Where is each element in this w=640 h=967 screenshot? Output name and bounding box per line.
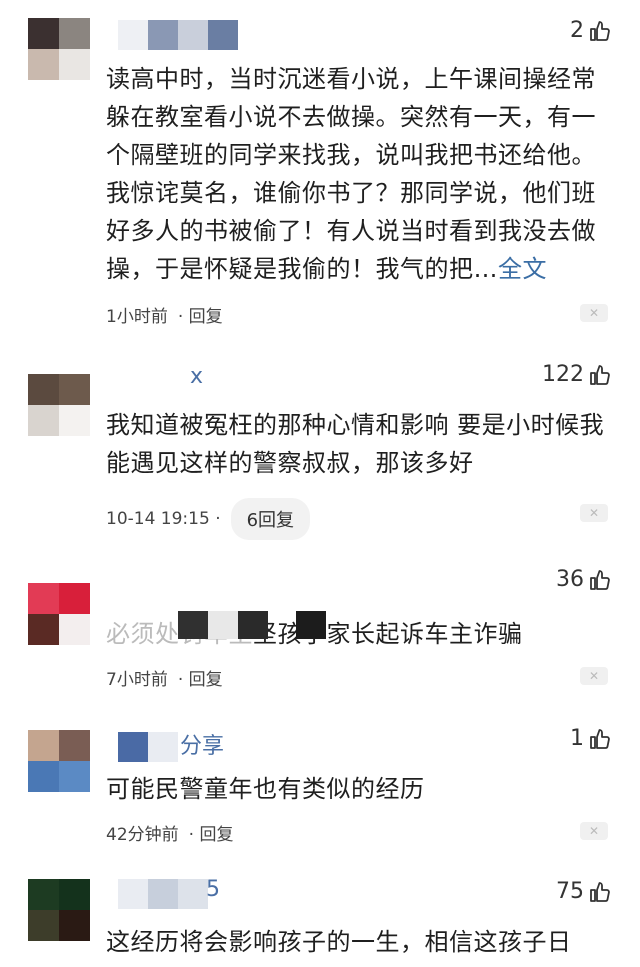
username[interactable]: x <box>190 364 203 389</box>
like-button[interactable]: 75 <box>556 879 612 904</box>
avatar[interactable] <box>28 374 90 436</box>
close-icon[interactable]: ✕ <box>580 667 608 685</box>
close-icon[interactable]: ✕ <box>580 504 608 522</box>
comment-5: 5 75 这经历将会影响孩子的一生，相信这孩子日 <box>0 875 640 967</box>
like-count: 75 <box>556 879 584 904</box>
like-count: 2 <box>570 18 584 43</box>
like-button[interactable]: 36 <box>556 567 612 592</box>
comment-meta: 10-14 19:15 · 6回复 <box>106 498 311 540</box>
comment-text: 这经历将会影响孩子的一生，相信这孩子日 <box>106 928 572 956</box>
username-blurred[interactable] <box>118 879 208 909</box>
close-icon[interactable]: ✕ <box>580 822 608 840</box>
like-count: 1 <box>570 726 584 751</box>
comment-meta: 42分钟前 · 回复 <box>106 820 233 845</box>
username-blurred[interactable] <box>118 732 178 762</box>
comment-meta: 7小时前 · 回复 <box>106 665 223 690</box>
thumbs-up-icon <box>590 569 610 590</box>
comment-1: 2 读高中时，当时沉迷看小说，上午课间操经常躲在教室看小说不去做操。突然有一天，… <box>0 0 640 340</box>
comment-2: x 122 我知道被冤枉的那种心情和影响 要是小时候我能遇见这样的警察叔叔，那该… <box>0 360 640 540</box>
thumbs-up-icon <box>590 364 610 385</box>
comment-4: 分享 1 可能民警童年也有类似的经历 42分钟前 · 回复 ✕ <box>0 720 640 860</box>
username[interactable]: 5 <box>206 877 220 902</box>
replies-button[interactable]: 6回复 <box>230 498 311 540</box>
comment-meta: 1小时前 · 回复 <box>106 302 223 327</box>
like-count: 36 <box>556 567 584 592</box>
timestamp: 10-14 19:15 · <box>106 509 221 529</box>
thumbs-up-icon <box>590 881 610 902</box>
timestamp: 7小时前 <box>106 670 168 690</box>
avatar[interactable] <box>28 730 90 792</box>
like-count: 122 <box>542 362 584 387</box>
avatar[interactable] <box>28 18 90 80</box>
avatar[interactable] <box>28 879 90 941</box>
comment-text: 可能民警童年也有类似的经历 <box>106 775 425 803</box>
full-text-link[interactable]: 全文 <box>498 255 547 283</box>
redacted-blocks <box>178 611 268 639</box>
timestamp: 1小时前 <box>106 307 168 327</box>
thumbs-up-icon <box>590 20 610 41</box>
reply-button[interactable]: · 回复 <box>178 665 223 690</box>
comment-text: 读高中时，当时沉迷看小说，上午课间操经常躲在教室看小说不去做操。突然有一天，有一… <box>106 65 596 283</box>
thumbs-up-icon <box>590 728 610 749</box>
reply-button[interactable]: · 回复 <box>189 820 234 845</box>
username-blurred[interactable] <box>118 20 238 50</box>
comment-text: 我知道被冤枉的那种心情和影响 要是小时候我能遇见这样的警察叔叔，那该多好 <box>106 411 605 477</box>
like-button[interactable]: 2 <box>570 18 612 43</box>
close-icon[interactable]: ✕ <box>580 304 608 322</box>
avatar[interactable] <box>28 583 90 645</box>
like-button[interactable]: 122 <box>542 362 612 387</box>
redacted-block <box>296 611 326 639</box>
reply-button[interactable]: · 回复 <box>178 302 223 327</box>
comment-3: 36 必须处罚车主坚孩子家长起诉车主诈骗 7小时前 · 回复 ✕ <box>0 565 640 695</box>
like-button[interactable]: 1 <box>570 726 612 751</box>
username[interactable]: 分享 <box>180 728 224 760</box>
timestamp: 42分钟前 <box>106 825 179 845</box>
